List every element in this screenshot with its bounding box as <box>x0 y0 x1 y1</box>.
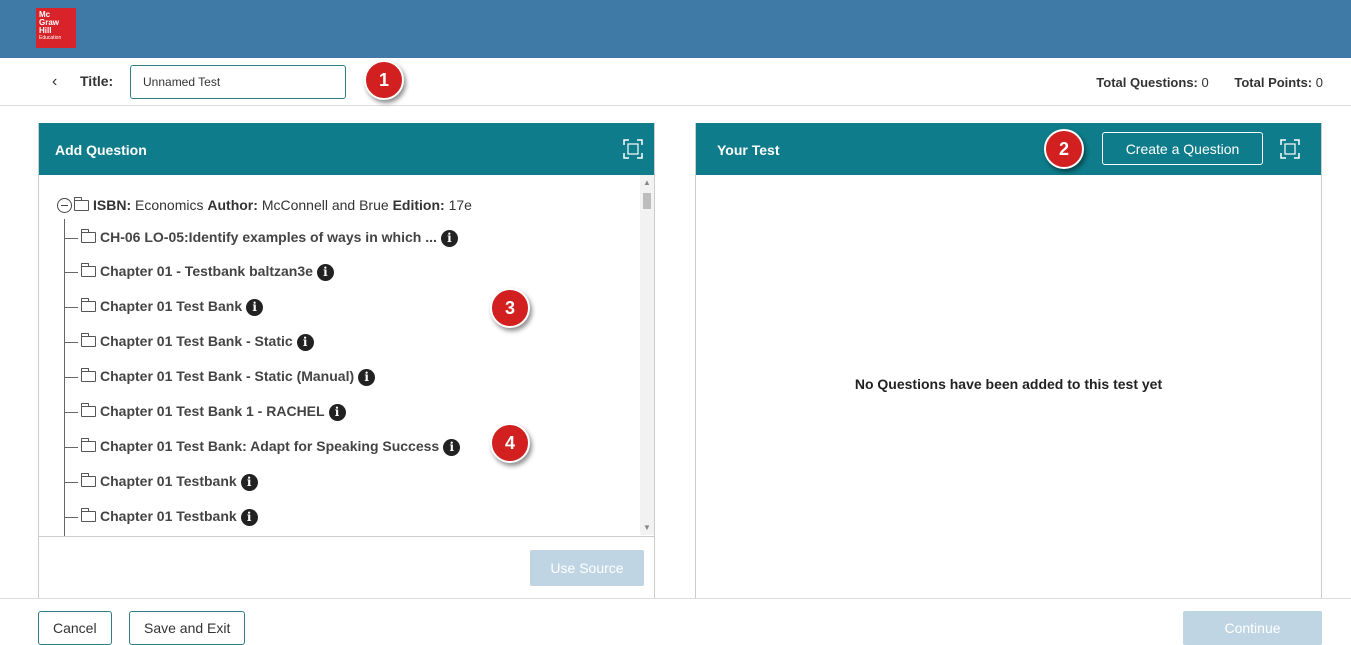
tree-item-label: Chapter 01 Test Bank - Static (Manual) <box>100 368 355 384</box>
author-value: McConnell and Brue <box>261 197 389 213</box>
tree-item-label: Chapter 01 Test Bank: Adapt for Speaking… <box>100 438 440 454</box>
continue-button[interactable]: Continue <box>1183 611 1322 645</box>
tree-item[interactable]: Chapter 01 Test Bank: Adapt for Speaking… <box>64 437 461 458</box>
tree-item-label: Chapter 01 Testbank <box>100 473 237 489</box>
title-input[interactable] <box>130 65 346 99</box>
logo-line-3: Hill <box>39 26 52 35</box>
tree-item-label: Chapter 01 Testbank <box>100 508 237 524</box>
tree-item[interactable]: CH-06 LO-05:Identify examples of ways in… <box>64 228 458 249</box>
tree-item[interactable]: Chapter 01 Testbank i <box>64 507 258 528</box>
title-row: ‹ Title: Total Questions: 0 Total Points… <box>0 58 1351 106</box>
add-question-title: Add Question <box>55 142 147 158</box>
total-points-value: 0 <box>1315 75 1323 90</box>
logo-line-4: Education <box>39 35 62 41</box>
folder-icon <box>81 228 96 243</box>
tree-item[interactable]: Chapter 01 Test Bank - Static i <box>64 332 314 353</box>
scroll-up-arrow-icon[interactable]: ▲ <box>643 178 651 187</box>
folder-icon <box>81 507 96 522</box>
add-question-panel: Add Question ISBN: Economics Author: McC… <box>38 123 655 599</box>
total-points-label: Total Points: <box>1234 75 1313 90</box>
total-questions-label: Total Questions: <box>1096 75 1198 90</box>
info-circle-icon[interactable]: i <box>328 403 346 421</box>
callout-badge-2: 2 <box>1044 129 1084 169</box>
footer-bar: Cancel Save and Exit Continue <box>0 598 1351 645</box>
save-and-exit-button[interactable]: Save and Exit <box>129 611 246 645</box>
your-test-panel: Your Test Create a Question No Questions… <box>695 123 1322 599</box>
author-label: Author: <box>207 197 258 213</box>
info-circle-icon[interactable]: i <box>358 368 376 386</box>
info-circle-icon[interactable]: i <box>440 229 458 247</box>
info-circle-icon[interactable]: i <box>240 508 258 526</box>
totals: Total Questions: 0 Total Points: 0 <box>1096 75 1323 90</box>
total-questions-value: 0 <box>1201 75 1209 90</box>
folder-icon <box>81 437 96 452</box>
folder-icon <box>81 297 96 312</box>
callout-badge-4: 4 <box>490 423 530 463</box>
info-circle-icon[interactable]: i <box>443 438 461 456</box>
source-tree: ISBN: Economics Author: McConnell and Br… <box>39 175 654 537</box>
empty-test-message: No Questions have been added to this tes… <box>854 376 1163 392</box>
minus-circle-icon[interactable] <box>57 197 72 213</box>
edition-value: 17e <box>448 197 472 213</box>
brand-bar: Mc Graw Hill Education <box>0 0 1351 58</box>
your-test-header: Your Test Create a Question <box>696 123 1321 175</box>
info-circle-icon[interactable]: i <box>316 263 334 281</box>
tree-item[interactable]: Chapter 01 Test Bank - Static (Manual) i <box>64 367 376 388</box>
scroll-thumb[interactable] <box>643 193 651 209</box>
your-test-title: Your Test <box>717 142 780 158</box>
tree-item[interactable]: Chapter 01 - Testbank baltzan3e i <box>64 262 334 283</box>
create-question-button[interactable]: Create a Question <box>1102 132 1263 165</box>
info-circle-icon[interactable]: i <box>296 333 314 351</box>
tree-scrollbar[interactable]: ▲ ▼ <box>640 175 654 535</box>
folder-icon <box>81 262 96 277</box>
folder-icon <box>74 196 89 211</box>
isbn-label: ISBN: <box>93 197 132 213</box>
tree-item-label: Chapter 01 Test Bank - Static <box>100 333 293 349</box>
edition-label: Edition: <box>392 197 445 213</box>
callout-badge-1: 1 <box>364 60 404 100</box>
tree-item-label: CH-06 LO-05:Identify examples of ways in… <box>100 229 437 245</box>
tree-item[interactable]: Chapter 01 Test Bank 1 - RACHEL i <box>64 402 346 423</box>
back-chevron-icon[interactable]: ‹ <box>52 73 57 91</box>
info-circle-icon[interactable]: i <box>246 298 264 316</box>
tree-item[interactable]: Chapter 01 Testbank i <box>64 472 258 493</box>
use-source-button[interactable]: Use Source <box>530 550 644 586</box>
folder-icon <box>81 367 96 382</box>
cancel-button[interactable]: Cancel <box>38 611 112 645</box>
callout-badge-3: 3 <box>490 288 530 328</box>
tree-item-label: Chapter 01 - Testbank baltzan3e <box>100 263 313 279</box>
folder-icon <box>81 472 96 487</box>
scroll-down-arrow-icon[interactable]: ▼ <box>643 523 651 532</box>
tree-item-label: Chapter 01 Test Bank 1 - RACHEL <box>100 403 325 419</box>
expand-icon[interactable] <box>623 139 643 159</box>
tree-item-label: Chapter 01 Test Bank <box>100 298 243 314</box>
folder-icon <box>81 402 96 417</box>
title-label: Title: <box>80 73 114 89</box>
info-circle-icon[interactable]: i <box>240 473 258 491</box>
isbn-value: Economics <box>135 197 204 213</box>
mcgraw-hill-logo: Mc Graw Hill Education <box>36 8 76 48</box>
expand-icon[interactable] <box>1280 139 1300 159</box>
add-question-header: Add Question <box>39 123 654 175</box>
tree-root[interactable]: ISBN: Economics Author: McConnell and Br… <box>57 196 472 214</box>
folder-icon <box>81 332 96 347</box>
tree-item[interactable]: Chapter 01 Test Bank i <box>64 297 264 318</box>
